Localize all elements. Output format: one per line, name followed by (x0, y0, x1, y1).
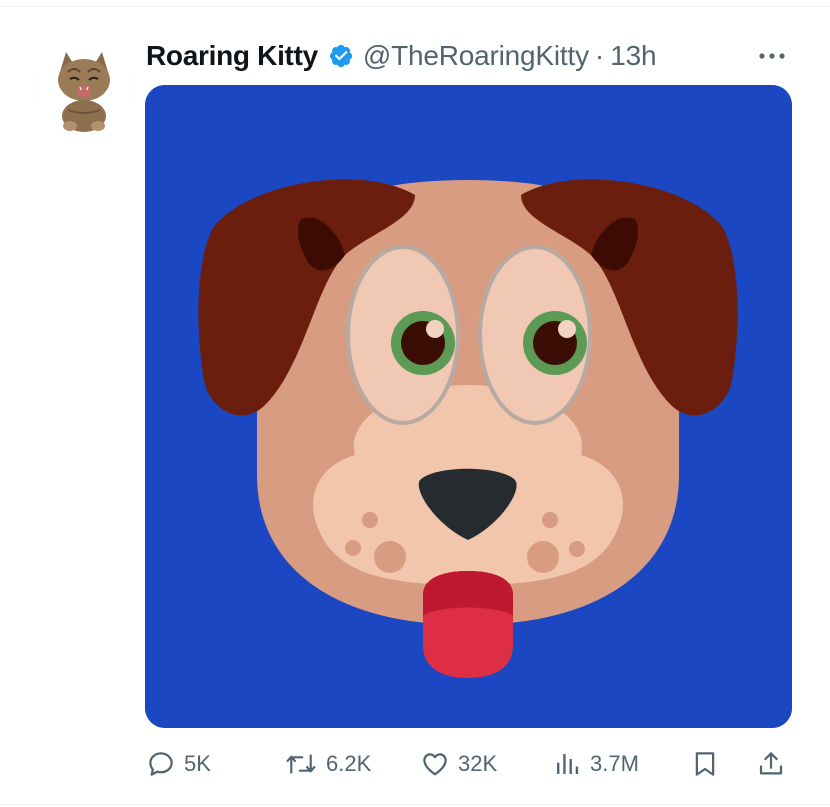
like-count: 32K (458, 751, 498, 776)
reply-count: 5K (184, 751, 211, 776)
tweet-header: Roaring Kitty @TheRoaringKitty · 13h (146, 36, 657, 76)
more-options-button[interactable] (752, 40, 792, 72)
dog-face-emoji (145, 85, 792, 728)
kitten-avatar-image (38, 42, 130, 134)
separator-dot: · (594, 40, 605, 71)
tweet-actions: 5K 6.2K 32K 3.7M (0, 742, 830, 786)
author-avatar[interactable] (38, 42, 130, 134)
views-button[interactable]: 3.7M (552, 742, 639, 786)
bottom-divider (0, 804, 830, 805)
top-divider (0, 6, 830, 7)
views-icon (557, 754, 579, 774)
retweet-button[interactable]: 6.2K (284, 742, 371, 786)
author-display-name[interactable]: Roaring Kitty (146, 40, 318, 72)
bookmark-button[interactable] (690, 742, 720, 786)
tweet-media-image[interactable] (145, 85, 792, 728)
share-icon (759, 752, 783, 775)
retweet-count: 6.2K (326, 751, 372, 776)
retweet-icon (286, 754, 316, 774)
author-handle[interactable]: @TheRoaringKitty (363, 40, 589, 72)
reply-button[interactable]: 5K (146, 742, 211, 786)
bookmark-icon (695, 752, 715, 776)
like-button[interactable]: 32K (420, 742, 497, 786)
tweet-timestamp[interactable]: 13h (610, 40, 656, 72)
heart-icon (423, 753, 447, 776)
share-button[interactable] (756, 742, 786, 786)
reply-icon (149, 752, 173, 776)
more-dots-icon (759, 53, 785, 59)
verified-badge-icon (328, 43, 354, 69)
views-count: 3.7M (590, 751, 639, 776)
